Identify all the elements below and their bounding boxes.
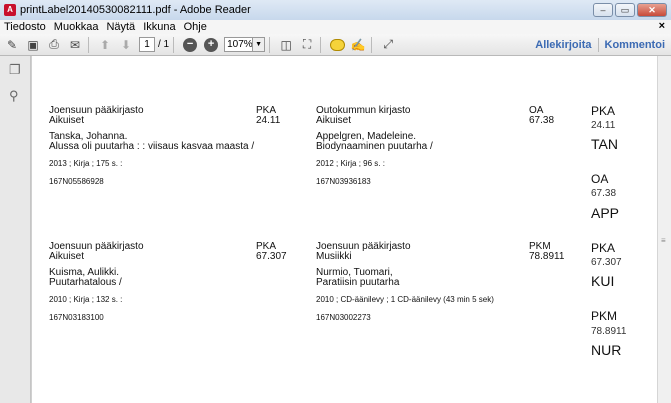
label-title: Biodynaaminen puutarha / — [316, 141, 433, 152]
menu-view[interactable]: Näytä — [102, 21, 139, 33]
pdf-page: Joensuun pääkirjasto Aikuiset PKA 24.11 … — [31, 56, 657, 403]
sign-button[interactable]: Allekirjoita — [529, 39, 597, 51]
create-pdf-icon[interactable]: ✎ — [3, 36, 21, 54]
page-number-input[interactable]: 1 — [139, 37, 155, 52]
minimize-button[interactable]: – — [593, 3, 613, 17]
label-barcode: 167N05586928 — [49, 177, 104, 186]
label-details: 2010 ; Kirja ; 132 s. : — [49, 295, 123, 304]
pdf-app-icon: A — [4, 4, 16, 16]
comment-button[interactable]: Kommentoi — [599, 39, 671, 51]
previous-page-icon[interactable]: ⬆ — [96, 36, 114, 54]
label-class-number: 67.307 — [256, 251, 287, 262]
page-total: / 1 — [158, 39, 170, 50]
document-area: Joensuun pääkirjasto Aikuiset PKA 24.11 … — [31, 56, 657, 403]
label-department: Aikuiset — [49, 115, 85, 126]
spine-class-number: 67.38 — [591, 188, 617, 199]
spine-author-code: TAN — [591, 136, 618, 152]
label-barcode: 167N03936183 — [316, 177, 371, 186]
zoom-out-button[interactable]: − — [181, 36, 199, 54]
save-icon[interactable]: ▣ — [24, 36, 42, 54]
spine-author-code: APP — [591, 205, 620, 221]
spine-class-code: OA — [591, 172, 609, 186]
label-class-number: 24.11 — [256, 115, 281, 126]
close-button[interactable]: ✕ — [637, 3, 667, 17]
vertical-scrollbar[interactable]: ≡ — [657, 56, 671, 403]
spine-class-number: 67.307 — [591, 257, 622, 268]
zoom-dropdown-icon[interactable]: ▼ — [252, 37, 266, 52]
maximize-button[interactable]: ▭ — [615, 3, 635, 17]
navigation-panel: ❐ ⚲ — [0, 56, 31, 403]
spine-class-number: 78.8911 — [591, 326, 627, 337]
zoom-out-icon: − — [183, 37, 198, 52]
full-screen-icon[interactable]: ⤢ — [379, 36, 397, 54]
window-title: printLabel20140530082111.pdf - Adobe Rea… — [20, 4, 251, 16]
print-icon[interactable]: ⎙ — [45, 36, 63, 54]
fit-page-icon[interactable]: ◫ — [277, 36, 295, 54]
label-details: 2013 ; Kirja ; 175 s. : — [49, 159, 123, 168]
fit-width-icon[interactable]: ⛶ — [298, 36, 316, 54]
label-department: Musiikki — [316, 251, 352, 262]
zoom-in-icon: + — [204, 37, 219, 52]
menu-edit[interactable]: Muokkaa — [50, 21, 103, 33]
label-details: 2012 ; Kirja ; 96 s. : — [316, 159, 385, 168]
label-barcode: 167N03183100 — [49, 313, 104, 322]
spine-class-number: 24.11 — [591, 120, 616, 131]
spine-class-code: PKA — [591, 104, 616, 118]
label-department: Aikuiset — [49, 251, 85, 262]
comment-bubble-icon — [329, 38, 345, 51]
scroll-grip-icon[interactable]: ≡ — [661, 236, 666, 245]
spine-author-code: KUI — [591, 273, 615, 289]
label-class-number: 78.8911 — [529, 251, 565, 262]
label-title: Paratiisin puutarha — [316, 277, 400, 288]
menu-file[interactable]: Tiedosto — [0, 21, 50, 33]
spine-author-code: NUR — [591, 342, 622, 358]
sticky-note-button[interactable] — [328, 36, 346, 54]
page-thumbnails-icon[interactable]: ❐ — [9, 62, 23, 78]
label-title: Puutarhatalous / — [49, 277, 122, 288]
spine-class-code: PKA — [591, 241, 616, 255]
menu-bar: Tiedosto Muokkaa Näytä Ikkuna Ohje × — [0, 20, 671, 34]
title-bar: A printLabel20140530082111.pdf - Adobe R… — [0, 0, 671, 20]
highlight-icon[interactable]: ✍ — [349, 36, 367, 54]
menu-window[interactable]: Ikkuna — [139, 21, 179, 33]
email-icon[interactable]: ✉ — [66, 36, 84, 54]
zoom-in-button[interactable]: + — [202, 36, 220, 54]
attachments-icon[interactable]: ⚲ — [9, 88, 23, 104]
label-title: Alussa oli puutarha : : viisaus kasvaa m… — [49, 141, 255, 152]
label-barcode: 167N03002273 — [316, 313, 371, 322]
label-details: 2010 ; CD-äänilevy ; 1 CD-äänilevy (43 m… — [316, 295, 494, 304]
zoom-input[interactable]: 107% — [224, 37, 253, 52]
next-page-icon[interactable]: ⬇ — [117, 36, 135, 54]
menu-help[interactable]: Ohje — [180, 21, 211, 33]
spine-class-code: PKM — [591, 309, 618, 323]
close-document-icon[interactable]: × — [659, 20, 665, 32]
label-department: Aikuiset — [316, 115, 352, 126]
label-class-number: 67.38 — [529, 115, 555, 126]
toolbar: ✎ ▣ ⎙ ✉ ⬆ ⬇ 1 / 1 − + 107% ▼ ◫ ⛶ ✍ ⤢ All… — [0, 34, 671, 56]
